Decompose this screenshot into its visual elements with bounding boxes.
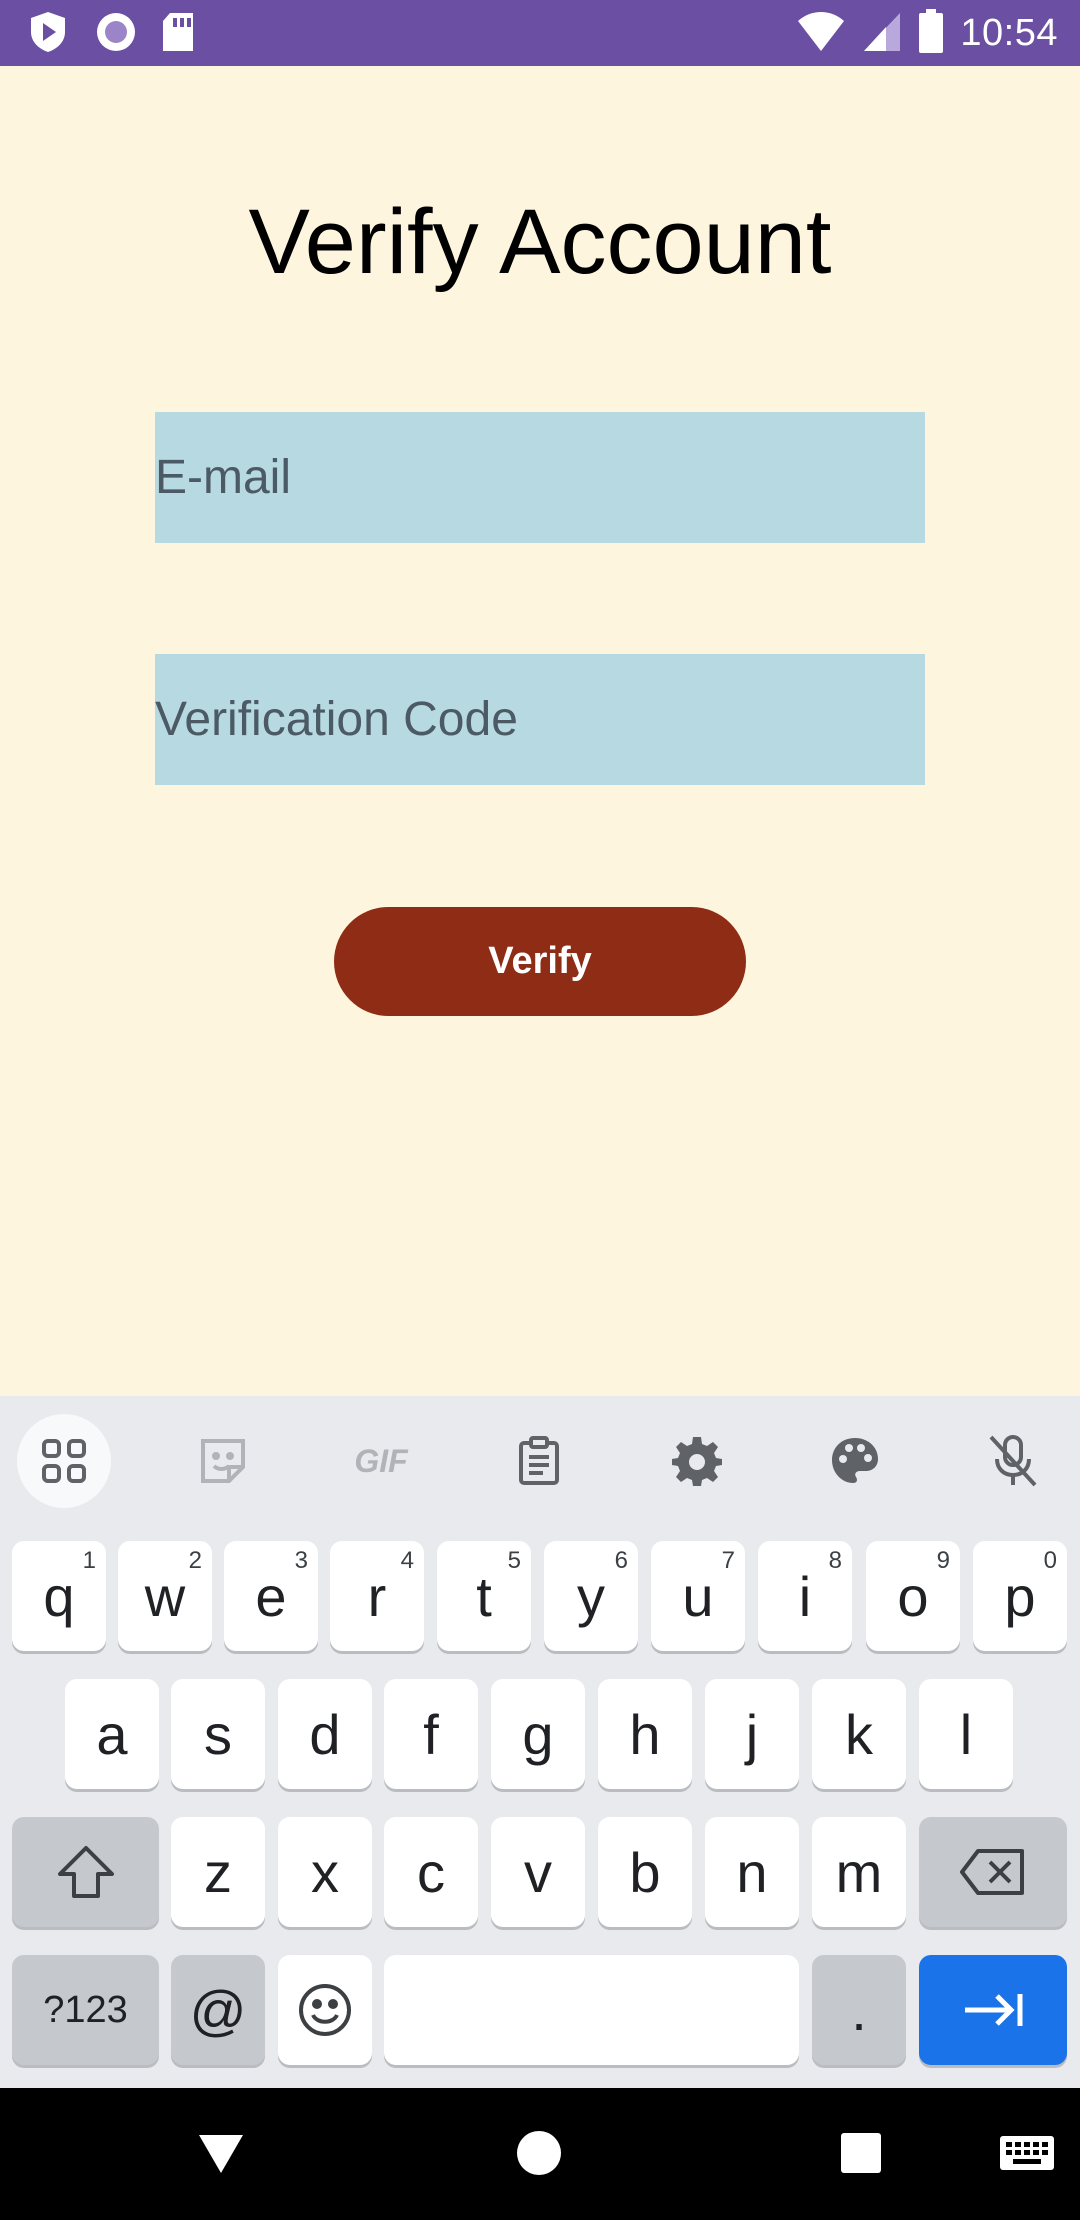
sticker-icon[interactable] — [176, 1414, 270, 1508]
battery-icon — [918, 8, 944, 59]
emoji-icon — [299, 1984, 351, 2036]
key-r[interactable]: r4 — [330, 1541, 424, 1651]
key-x[interactable]: x — [278, 1817, 372, 1927]
key-w[interactable]: w2 — [118, 1541, 212, 1651]
settings-icon[interactable] — [650, 1414, 744, 1508]
page-title: Verify Account — [248, 191, 832, 293]
space-key[interactable] — [384, 1955, 799, 2065]
key-b[interactable]: b — [598, 1817, 692, 1927]
key-m[interactable]: m — [812, 1817, 906, 1927]
key-k[interactable]: k — [812, 1679, 906, 1789]
apps-icon[interactable] — [17, 1414, 111, 1508]
signal-icon — [862, 9, 902, 58]
key-h[interactable]: h — [598, 1679, 692, 1789]
clipboard-icon[interactable] — [492, 1414, 586, 1508]
verify-button[interactable]: Verify — [334, 907, 746, 1016]
period-key[interactable]: . — [812, 1955, 906, 2065]
email-field-container — [155, 412, 925, 543]
key-i[interactable]: i8 — [758, 1541, 852, 1651]
key-q[interactable]: q1 — [12, 1541, 106, 1651]
recents-icon[interactable] — [826, 2118, 896, 2188]
status-bar: 10:54 — [0, 0, 1080, 66]
keyboard-switch-icon[interactable] — [992, 2118, 1062, 2188]
key-f[interactable]: f — [384, 1679, 478, 1789]
key-g[interactable]: g — [491, 1679, 585, 1789]
key-s[interactable]: s — [171, 1679, 265, 1789]
keyboard-toolbar: GIF — [0, 1396, 1080, 1526]
key-o[interactable]: o9 — [866, 1541, 960, 1651]
back-icon[interactable] — [186, 2118, 256, 2188]
key-a[interactable]: a — [65, 1679, 159, 1789]
key-p[interactable]: p0 — [973, 1541, 1067, 1651]
sd-card-icon — [160, 10, 204, 54]
next-key[interactable] — [919, 1955, 1067, 2065]
symbols-key[interactable]: ?123 — [12, 1955, 159, 2065]
email-field[interactable] — [155, 412, 925, 543]
key-e[interactable]: e3 — [224, 1541, 318, 1651]
soft-keyboard: GIF q1 w2 e3 r4 t5 y6 u7 i8 o9 p0 a s d … — [0, 1396, 1080, 2088]
key-n[interactable]: n — [705, 1817, 799, 1927]
shift-icon — [57, 1846, 114, 1898]
gif-label: GIF — [354, 1442, 408, 1479]
mic-off-icon[interactable] — [966, 1414, 1060, 1508]
key-d[interactable]: d — [278, 1679, 372, 1789]
palette-icon[interactable] — [808, 1414, 902, 1508]
navigation-bar — [0, 2088, 1080, 2220]
shift-key[interactable] — [12, 1817, 159, 1927]
key-u[interactable]: u7 — [651, 1541, 745, 1651]
key-t[interactable]: t5 — [437, 1541, 531, 1651]
home-icon[interactable] — [504, 2118, 574, 2188]
emoji-key[interactable] — [278, 1955, 372, 2065]
key-c[interactable]: c — [384, 1817, 478, 1927]
shield-play-icon — [28, 10, 72, 54]
gif-icon[interactable]: GIF — [334, 1414, 428, 1508]
circle-record-icon — [94, 10, 138, 54]
verify-screen: Verify Account Verify — [0, 66, 1080, 1396]
key-l[interactable]: l — [919, 1679, 1013, 1789]
key-y[interactable]: y6 — [544, 1541, 638, 1651]
key-v[interactable]: v — [491, 1817, 585, 1927]
key-z[interactable]: z — [171, 1817, 265, 1927]
key-j[interactable]: j — [705, 1679, 799, 1789]
wifi-icon — [796, 9, 846, 58]
backspace-icon — [960, 1849, 1024, 1895]
at-key[interactable]: @ — [171, 1955, 265, 2065]
tab-arrow-icon — [965, 1994, 1023, 2026]
status-time: 10:54 — [960, 12, 1058, 54]
verification-code-field[interactable] — [155, 654, 925, 785]
backspace-key[interactable] — [919, 1817, 1067, 1927]
verification-code-field-container — [155, 654, 925, 785]
